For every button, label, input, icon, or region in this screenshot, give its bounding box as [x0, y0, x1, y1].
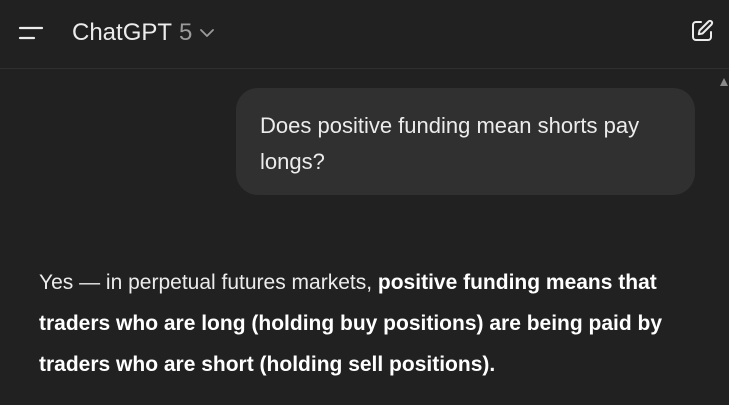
chat-app: ChatGPT 5 Does positive funding mean sho…	[0, 0, 729, 405]
model-name: ChatGPT	[72, 19, 173, 46]
scroll-up-arrow-icon[interactable]	[719, 74, 729, 90]
sidebar-toggle-button[interactable]	[14, 18, 48, 48]
user-message-text: Does positive funding mean shorts pay lo…	[260, 113, 640, 174]
model-selector[interactable]: ChatGPT 5	[72, 17, 216, 49]
assistant-message-text: Yes — in perpetual futures markets,	[39, 271, 378, 294]
edit-compose-icon	[692, 19, 714, 41]
model-version: 5	[179, 19, 193, 46]
assistant-message: Yes — in perpetual futures markets, posi…	[39, 262, 709, 385]
new-chat-button[interactable]	[687, 16, 717, 46]
chevron-down-icon	[198, 27, 216, 39]
top-bar: ChatGPT 5	[0, 0, 729, 69]
sidebar-menu-icon	[18, 26, 44, 40]
user-message-bubble: Does positive funding mean shorts pay lo…	[236, 88, 695, 195]
